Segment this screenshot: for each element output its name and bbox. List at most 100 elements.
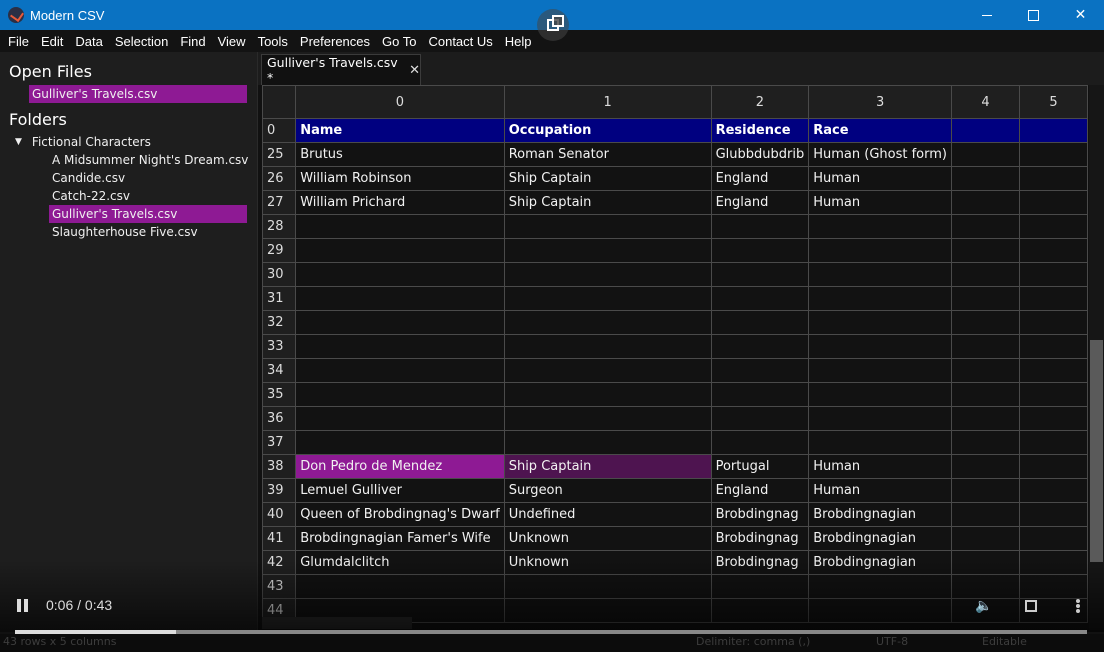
grid-cell[interactable]: Glubbdubdrib xyxy=(710,142,810,167)
grid-cell[interactable]: Name xyxy=(295,118,505,143)
grid-corner[interactable] xyxy=(262,85,297,119)
close-tab-icon[interactable]: ✕ xyxy=(409,63,420,78)
grid-cell[interactable] xyxy=(1018,214,1088,239)
grid-cell[interactable]: Human xyxy=(808,454,952,479)
grid-cell[interactable] xyxy=(1018,190,1088,215)
grid-cell[interactable] xyxy=(950,334,1020,359)
grid-cell[interactable]: William Prichard xyxy=(295,190,505,215)
menu-contact-us[interactable]: Contact Us xyxy=(422,34,498,49)
grid-cell[interactable] xyxy=(808,262,952,287)
grid-cell[interactable]: Unknown xyxy=(503,526,712,551)
maximize-button[interactable] xyxy=(1010,0,1057,30)
row-header[interactable]: 43 xyxy=(262,574,297,599)
grid-cell[interactable] xyxy=(1018,550,1088,575)
grid-cell[interactable] xyxy=(1018,238,1088,263)
grid-cell[interactable]: Lemuel Gulliver xyxy=(295,478,505,503)
grid-cell[interactable] xyxy=(1018,142,1088,167)
grid-cell[interactable] xyxy=(808,286,952,311)
grid-cell[interactable] xyxy=(950,430,1020,455)
row-header[interactable]: 26 xyxy=(262,166,297,191)
folder-file-item[interactable]: A Midsummer Night's Dream.csv xyxy=(49,151,248,169)
grid-cell[interactable] xyxy=(950,118,1020,143)
column-header[interactable]: 3 xyxy=(808,85,952,119)
grid-cell[interactable] xyxy=(1018,526,1088,551)
grid-cell[interactable] xyxy=(950,478,1020,503)
grid-cell[interactable] xyxy=(295,430,505,455)
grid-cell[interactable] xyxy=(808,214,952,239)
grid-cell[interactable] xyxy=(710,238,810,263)
grid-cell[interactable]: Undefined xyxy=(503,502,712,527)
grid-cell[interactable] xyxy=(950,502,1020,527)
grid-cell[interactable] xyxy=(950,286,1020,311)
folder-file-item[interactable]: Candide.csv xyxy=(49,169,125,187)
grid-cell[interactable] xyxy=(1018,406,1088,431)
grid-cell[interactable]: Queen of Brobdingnag's Dwarf xyxy=(295,502,505,527)
grid-cell[interactable] xyxy=(710,262,810,287)
grid-cell[interactable] xyxy=(950,382,1020,407)
grid-cell[interactable] xyxy=(1018,478,1088,503)
grid-cell[interactable]: Human xyxy=(808,166,952,191)
tab-gullivers-travels[interactable]: Gulliver's Travels.csv * ✕ xyxy=(261,54,421,85)
row-header[interactable]: 28 xyxy=(262,214,297,239)
grid-cell[interactable] xyxy=(808,382,952,407)
grid-cell[interactable]: Brobdingnagian Famer's Wife xyxy=(295,526,505,551)
row-header[interactable]: 25 xyxy=(262,142,297,167)
grid-cell[interactable] xyxy=(950,142,1020,167)
grid-cell[interactable] xyxy=(950,214,1020,239)
pause-icon[interactable] xyxy=(17,599,29,612)
column-header[interactable]: 0 xyxy=(295,85,505,119)
grid-cell[interactable]: Human xyxy=(808,478,952,503)
grid-cell[interactable] xyxy=(710,406,810,431)
grid-cell[interactable] xyxy=(295,574,505,599)
expand-triangle-icon[interactable]: ▼ xyxy=(15,137,22,147)
grid-cell[interactable]: Brobdingnagian xyxy=(808,502,952,527)
grid-cell[interactable] xyxy=(1018,574,1088,599)
row-header[interactable]: 36 xyxy=(262,406,297,431)
grid-cell[interactable] xyxy=(295,334,505,359)
row-header[interactable]: 41 xyxy=(262,526,297,551)
grid-cell[interactable]: Brobdingnag xyxy=(710,502,810,527)
menu-data[interactable]: Data xyxy=(69,34,108,49)
menu-edit[interactable]: Edit xyxy=(35,34,69,49)
grid-cell[interactable] xyxy=(710,430,810,455)
grid-cell[interactable] xyxy=(950,190,1020,215)
grid-cell[interactable] xyxy=(1018,262,1088,287)
grid-cell[interactable]: Ship Captain xyxy=(503,190,712,215)
vertical-scrollbar[interactable] xyxy=(1089,85,1104,630)
menu-selection[interactable]: Selection xyxy=(109,34,174,49)
row-header[interactable]: 27 xyxy=(262,190,297,215)
minimize-button[interactable] xyxy=(963,0,1010,30)
grid-cell[interactable] xyxy=(503,574,712,599)
grid-cell[interactable] xyxy=(808,310,952,335)
grid-cell[interactable] xyxy=(950,406,1020,431)
grid-cell[interactable]: England xyxy=(710,478,810,503)
grid-cell[interactable] xyxy=(808,406,952,431)
grid-cell[interactable] xyxy=(503,262,712,287)
open-file-item[interactable]: Gulliver's Travels.csv xyxy=(29,85,247,103)
grid-cell[interactable] xyxy=(808,334,952,359)
menu-tools[interactable]: Tools xyxy=(252,34,294,49)
grid-cell[interactable]: Unknown xyxy=(503,550,712,575)
grid-cell[interactable]: Residence xyxy=(710,118,810,143)
grid-cell[interactable] xyxy=(808,574,952,599)
folder-fictional-characters[interactable]: ▼ Fictional Characters xyxy=(15,133,151,151)
grid-cell[interactable] xyxy=(1018,310,1088,335)
grid-cell[interactable] xyxy=(950,358,1020,383)
grid-cell[interactable] xyxy=(295,358,505,383)
grid-cell[interactable] xyxy=(710,358,810,383)
grid-cell[interactable]: Human (Ghost form) xyxy=(808,142,952,167)
popout-video-button[interactable] xyxy=(537,9,569,41)
grid-cell[interactable] xyxy=(710,214,810,239)
row-header[interactable]: 31 xyxy=(262,286,297,311)
grid-cell[interactable] xyxy=(295,310,505,335)
grid-cell[interactable]: William Robinson xyxy=(295,166,505,191)
grid-cell[interactable]: Brobdingnagian xyxy=(808,526,952,551)
grid-cell[interactable]: Brobdingnag xyxy=(710,550,810,575)
grid-cell[interactable] xyxy=(295,214,505,239)
grid-cell[interactable] xyxy=(1018,502,1088,527)
volume-icon[interactable]: 🔈 xyxy=(975,598,993,614)
grid-cell[interactable]: Race xyxy=(808,118,952,143)
grid-cell[interactable] xyxy=(950,262,1020,287)
row-header[interactable]: 38 xyxy=(262,454,297,479)
grid-cell[interactable]: Don Pedro de Mendez xyxy=(295,454,505,479)
